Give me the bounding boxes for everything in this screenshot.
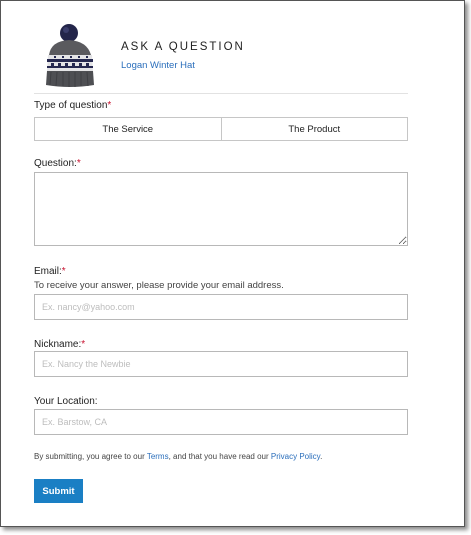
email-label: Email:*	[34, 266, 66, 277]
terms-link[interactable]: Terms	[147, 452, 169, 461]
location-field[interactable]	[34, 409, 408, 435]
nickname-field[interactable]	[34, 351, 408, 377]
question-type-option-service[interactable]: The Service	[35, 118, 221, 140]
submit-button[interactable]: Submit	[34, 479, 83, 503]
required-mark: *	[76, 158, 81, 169]
product-name-link[interactable]: Logan Winter Hat	[121, 60, 195, 71]
question-type-option-product[interactable]: The Product	[220, 118, 408, 140]
privacy-policy-link[interactable]: Privacy Policy	[271, 452, 320, 461]
question-type-selector: The Service The Product	[34, 117, 408, 141]
required-mark: *	[107, 100, 112, 111]
location-label: Your Location:	[34, 396, 98, 407]
question-textarea[interactable]	[34, 172, 408, 246]
winter-hat-image	[46, 24, 94, 87]
ask-question-modal: ASK A QUESTION Logan Winter Hat Type of …	[0, 0, 465, 527]
modal-title: ASK A QUESTION	[121, 41, 245, 53]
nickname-label: Nickname:*	[34, 339, 86, 350]
legal-disclaimer: By submitting, you agree to our Terms, a…	[34, 452, 323, 461]
email-field[interactable]	[34, 294, 408, 320]
email-helper-text: To receive your answer, please provide y…	[34, 280, 284, 291]
question-label: Question:*	[34, 158, 81, 169]
required-mark: *	[61, 266, 66, 277]
modal-header: ASK A QUESTION Logan Winter Hat	[34, 19, 408, 94]
question-type-label: Type of question*	[34, 100, 112, 111]
required-mark: *	[81, 339, 86, 350]
